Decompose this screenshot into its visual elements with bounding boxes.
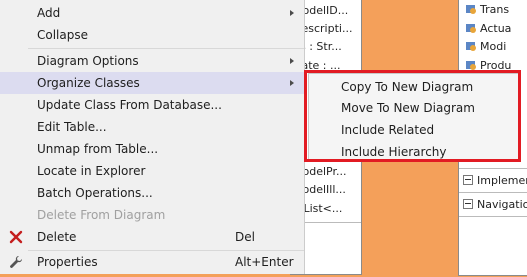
menu-item-label: Update Class From Database...: [37, 98, 222, 112]
menu-item-unmap-from-table[interactable]: Unmap from Table...: [0, 138, 305, 160]
submenu-arrow-icon: [290, 10, 294, 16]
class-property-row[interactable]: Actua: [465, 20, 511, 38]
menu-item-shortcut: Alt+Enter: [235, 255, 294, 269]
organize-classes-submenu: Copy To New Diagram Move To New Diagram …: [308, 73, 520, 161]
menu-item-label: Diagram Options: [37, 54, 139, 68]
submenu-item-label: Include Hierarchy: [341, 145, 447, 159]
property-icon: [465, 22, 477, 34]
menu-item-batch-operations[interactable]: Batch Operations...: [0, 182, 305, 204]
submenu-arrow-icon: [290, 58, 294, 64]
navigation-section[interactable]: Navigatio: [463, 196, 527, 214]
property-icon: [465, 40, 477, 52]
menu-item-update-class-from-database[interactable]: Update Class From Database...: [0, 94, 305, 116]
menu-item-label: Add: [37, 6, 61, 20]
submenu-item-include-hierarchy[interactable]: Include Hierarchy: [309, 141, 519, 163]
section-label: Implemer: [477, 174, 527, 187]
class-property-label: Actua: [480, 22, 512, 35]
menu-item-locate-in-explorer[interactable]: Locate in Explorer: [0, 160, 305, 182]
menu-item-label: Delete: [37, 230, 77, 244]
class-property-label: Produ: [480, 59, 512, 72]
menu-item-label: Organize Classes: [37, 76, 140, 90]
class-property-row[interactable]: Trans: [465, 1, 509, 19]
menu-item-label: Batch Operations...: [37, 186, 153, 200]
submenu-item-copy-to-new-diagram[interactable]: Copy To New Diagram: [309, 76, 519, 98]
menu-item-diagram-options[interactable]: Diagram Options: [0, 50, 305, 72]
property-icon: [465, 3, 477, 15]
section-label: Navigatio: [477, 198, 527, 211]
submenu-arrow-icon: [290, 80, 294, 86]
menu-item-label: Locate in Explorer: [37, 164, 146, 178]
menu-item-edit-table[interactable]: Edit Table...: [0, 116, 305, 138]
menu-item-add[interactable]: Add: [0, 2, 305, 24]
class-shape-divider: [459, 168, 527, 169]
menu-item-organize-classes[interactable]: Organize Classes: [0, 72, 305, 94]
class-property-label: Modi: [480, 40, 507, 53]
submenu-item-move-to-new-diagram[interactable]: Move To New Diagram: [309, 97, 519, 119]
collapse-icon[interactable]: [463, 175, 473, 185]
menu-item-label: Delete From Diagram: [37, 208, 166, 222]
menu-item-label: Unmap from Table...: [37, 142, 159, 156]
menu-separator: [28, 48, 304, 49]
menu-item-collapse[interactable]: Collapse: [0, 24, 305, 46]
class-shape-divider: [459, 216, 527, 217]
submenu-item-include-related[interactable]: Include Related: [309, 119, 519, 141]
collapse-icon[interactable]: [463, 199, 473, 209]
menu-item-label: Edit Table...: [37, 120, 107, 134]
class-property-row[interactable]: Modi: [465, 38, 506, 56]
menu-item-properties[interactable]: Properties Alt+Enter: [0, 251, 305, 273]
menu-item-label: Properties: [37, 255, 98, 269]
context-menu: Add Collapse Diagram Options Organize Cl…: [0, 0, 305, 274]
menu-item-shortcut: Del: [235, 230, 255, 244]
submenu-item-label: Include Related: [341, 123, 435, 137]
class-shape-divider: [459, 192, 527, 193]
implements-section[interactable]: Implemer: [463, 172, 527, 190]
wrench-icon: [8, 254, 24, 270]
property-icon: [465, 59, 477, 71]
submenu-item-label: Move To New Diagram: [341, 101, 475, 115]
submenu-item-label: Copy To New Diagram: [341, 80, 474, 94]
red-x-icon: [8, 229, 24, 245]
menu-item-delete-from-diagram: Delete From Diagram: [0, 204, 305, 226]
menu-item-label: Collapse: [37, 28, 88, 42]
class-property-label: Trans: [480, 3, 510, 16]
menu-item-delete[interactable]: Delete Del: [0, 226, 305, 248]
